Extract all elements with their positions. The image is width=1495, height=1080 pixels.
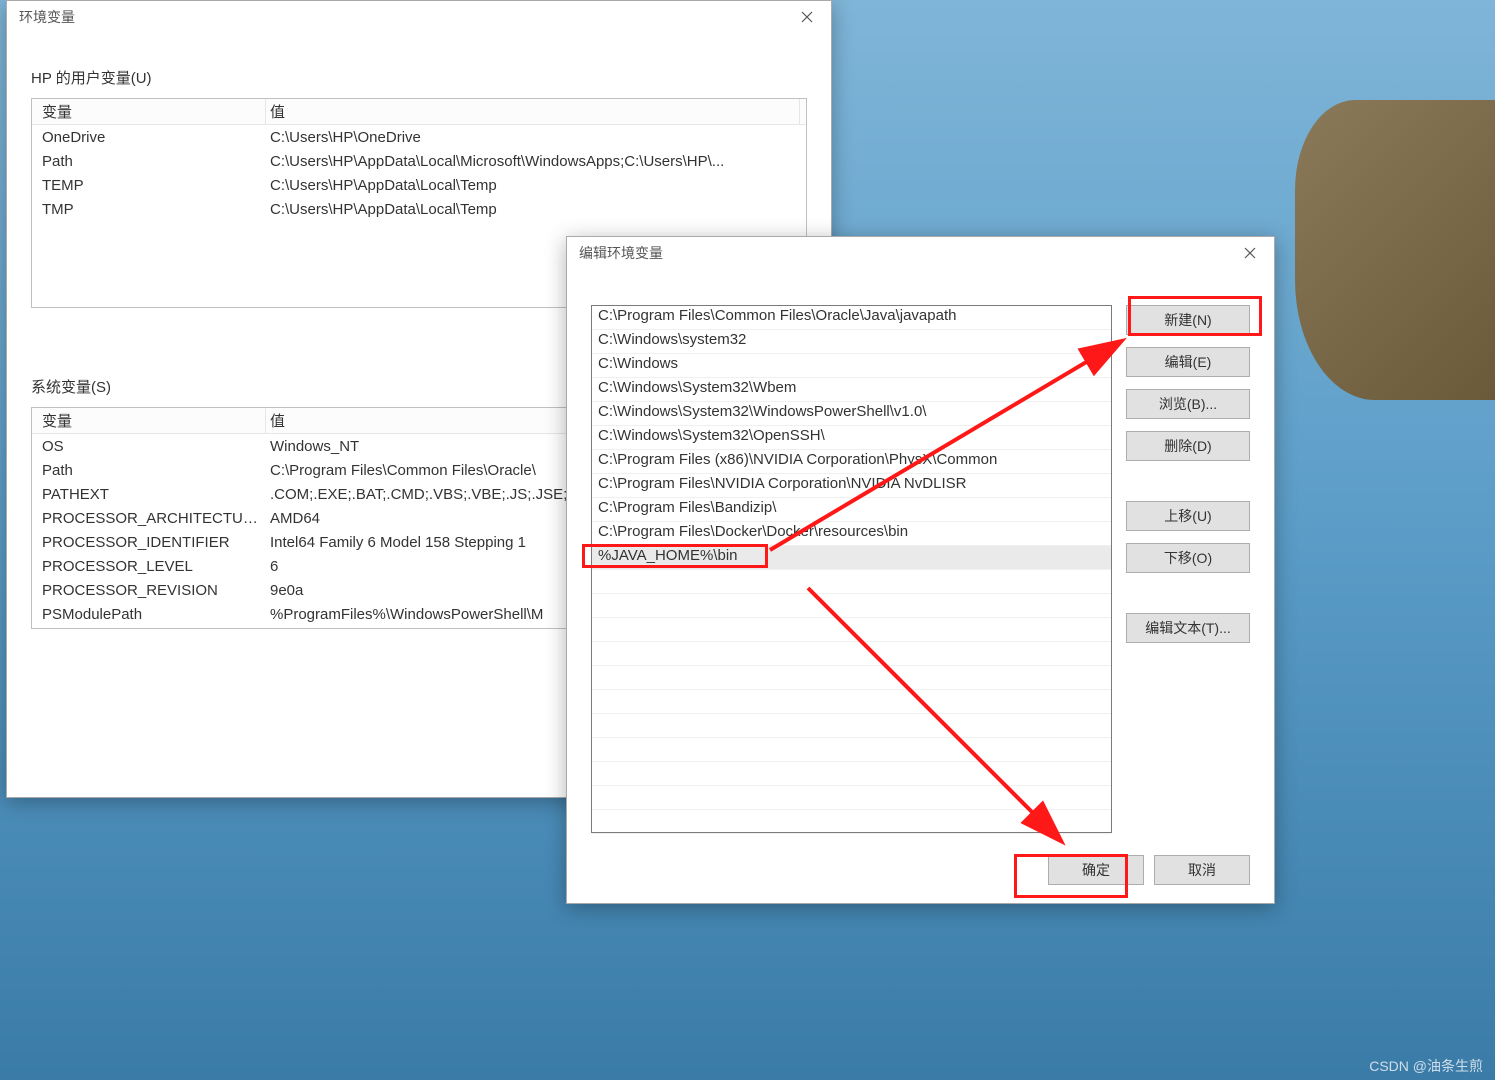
list-item-empty[interactable]: [592, 786, 1111, 810]
list-item-empty[interactable]: [592, 762, 1111, 786]
var-name: OneDrive: [38, 127, 266, 148]
close-button[interactable]: [1226, 237, 1274, 269]
var-name: PROCESSOR_REVISION: [38, 580, 266, 601]
header-value: 值: [266, 99, 800, 124]
ok-button[interactable]: 确定: [1048, 855, 1144, 885]
var-value: C:\Users\HP\AppData\Local\Microsoft\Wind…: [266, 151, 800, 172]
var-value: C:\Users\HP\OneDrive: [266, 127, 800, 148]
close-button[interactable]: [783, 1, 831, 33]
table-row[interactable]: TEMPC:\Users\HP\AppData\Local\Temp: [32, 173, 806, 197]
var-name: OS: [38, 436, 266, 457]
watermark-text: CSDN @油条生煎: [1369, 1056, 1483, 1076]
table-row[interactable]: PathC:\Users\HP\AppData\Local\Microsoft\…: [32, 149, 806, 173]
list-item[interactable]: C:\Program Files\Bandizip\: [592, 498, 1111, 522]
list-item-empty[interactable]: [592, 570, 1111, 594]
list-item[interactable]: C:\Windows: [592, 354, 1111, 378]
list-item[interactable]: C:\Program Files\NVIDIA Corporation\NVID…: [592, 474, 1111, 498]
close-icon: [801, 11, 813, 23]
list-item-empty[interactable]: [592, 810, 1111, 834]
path-list[interactable]: C:\Program Files\Common Files\Oracle\Jav…: [591, 305, 1112, 833]
window-titlebar: 编辑环境变量: [567, 237, 1274, 269]
list-item-empty[interactable]: [592, 690, 1111, 714]
browse-button[interactable]: 浏览(B)...: [1126, 389, 1250, 419]
var-name: TMP: [38, 199, 266, 220]
cancel-button[interactable]: 取消: [1154, 855, 1250, 885]
var-name: PROCESSOR_LEVEL: [38, 556, 266, 577]
list-item[interactable]: C:\Windows\System32\OpenSSH\: [592, 426, 1111, 450]
var-name: PROCESSOR_ARCHITECTURE: [38, 508, 266, 529]
list-item[interactable]: C:\Program Files (x86)\NVIDIA Corporatio…: [592, 450, 1111, 474]
move-down-button[interactable]: 下移(O): [1126, 543, 1250, 573]
list-item-empty[interactable]: [592, 738, 1111, 762]
list-item[interactable]: C:\Program Files\Docker\Docker\resources…: [592, 522, 1111, 546]
list-item-empty[interactable]: [592, 594, 1111, 618]
list-item[interactable]: C:\Windows\System32\Wbem: [592, 378, 1111, 402]
new-button[interactable]: 新建(N): [1126, 305, 1250, 335]
table-header: 变量 值: [32, 99, 806, 125]
table-row[interactable]: OneDriveC:\Users\HP\OneDrive: [32, 125, 806, 149]
var-name: PSModulePath: [38, 604, 266, 625]
var-name: PATHEXT: [38, 484, 266, 505]
var-name: PROCESSOR_IDENTIFIER: [38, 532, 266, 553]
var-value: C:\Users\HP\AppData\Local\Temp: [266, 199, 800, 220]
list-item[interactable]: C:\Windows\system32: [592, 330, 1111, 354]
edit-text-button[interactable]: 编辑文本(T)...: [1126, 613, 1250, 643]
move-up-button[interactable]: 上移(U): [1126, 501, 1250, 531]
list-item-empty[interactable]: [592, 642, 1111, 666]
list-item[interactable]: %JAVA_HOME%\bin: [592, 546, 1111, 570]
window-title: 编辑环境变量: [579, 243, 663, 263]
list-item-empty[interactable]: [592, 666, 1111, 690]
var-value: C:\Users\HP\AppData\Local\Temp: [266, 175, 800, 196]
window-title: 环境变量: [19, 7, 75, 27]
header-variable: 变量: [38, 99, 266, 124]
list-item[interactable]: C:\Windows\System32\WindowsPowerShell\v1…: [592, 402, 1111, 426]
edit-button[interactable]: 编辑(E): [1126, 347, 1250, 377]
window-titlebar: 环境变量: [7, 1, 831, 33]
var-name: Path: [38, 151, 266, 172]
var-name: Path: [38, 460, 266, 481]
user-vars-label: HP 的用户变量(U): [31, 67, 807, 88]
list-item-empty[interactable]: [592, 714, 1111, 738]
close-icon: [1244, 247, 1256, 259]
list-item[interactable]: C:\Program Files\Common Files\Oracle\Jav…: [592, 306, 1111, 330]
header-variable: 变量: [38, 408, 266, 433]
table-row[interactable]: TMPC:\Users\HP\AppData\Local\Temp: [32, 197, 806, 221]
edit-environment-variable-window: 编辑环境变量 C:\Program Files\Common Files\Ora…: [566, 236, 1275, 904]
var-name: TEMP: [38, 175, 266, 196]
list-item-empty[interactable]: [592, 618, 1111, 642]
delete-button[interactable]: 删除(D): [1126, 431, 1250, 461]
